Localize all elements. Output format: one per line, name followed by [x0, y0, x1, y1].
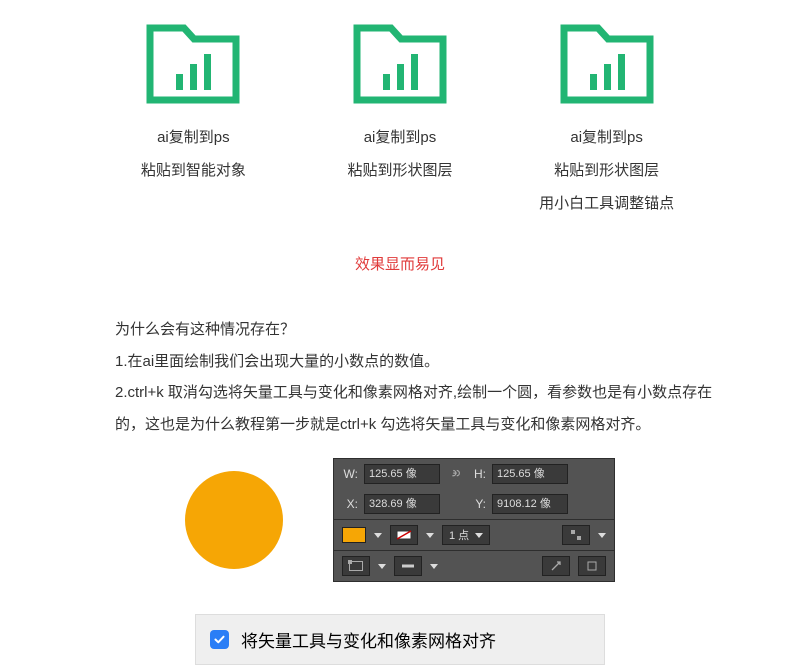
example-label: ai复制到ps [364, 126, 437, 147]
body-point-2: 2.ctrl+k 取消勾选将矢量工具与变化和像素网格对齐,绘制一个圆，看参数也是… [115, 377, 720, 440]
align-button[interactable] [562, 525, 590, 545]
fill-swatch[interactable] [342, 527, 366, 543]
body-point-1: 1.在ai里面绘制我们会出现大量的小数点的数值。 [115, 346, 720, 378]
checkbox-label: 将矢量工具与变化和像素网格对齐 [241, 627, 496, 652]
examples-row: ai复制到ps 粘贴到智能对象 ai复制到ps 粘贴到形状图层 ai复制到ps … [0, 0, 800, 225]
checkbox-checked-icon[interactable] [210, 630, 229, 649]
chevron-down-icon[interactable] [598, 533, 606, 538]
chevron-down-icon[interactable] [426, 533, 434, 538]
folder-chart-icon [560, 24, 654, 104]
chevron-down-icon[interactable] [430, 564, 438, 569]
example-label: 粘贴到形状图层 [554, 159, 659, 180]
corner-type-button[interactable] [342, 556, 370, 576]
folder-chart-icon [146, 24, 240, 104]
x-label: X: [342, 497, 358, 511]
x-value[interactable]: 328.69 像 [364, 494, 440, 514]
y-label: Y: [470, 497, 486, 511]
example-label: 粘贴到形状图层 [347, 159, 452, 180]
example-col-3: ai复制到ps 粘贴到形状图层 用小白工具调整锚点 [507, 24, 707, 225]
panel-icon-1[interactable] [542, 556, 570, 576]
no-stroke-button[interactable] [390, 525, 418, 545]
example-label: 用小白工具调整锚点 [539, 192, 674, 213]
panel-illustration-row: W: 125.65 像 H: 125.65 像 X: 328.69 像 Y: 9… [0, 458, 800, 582]
h-value[interactable]: 125.65 像 [492, 464, 568, 484]
example-col-1: ai复制到ps 粘贴到智能对象 [93, 24, 293, 225]
example-label: ai复制到ps [570, 126, 643, 147]
w-label: W: [342, 467, 358, 481]
ai-transform-panel: W: 125.65 像 H: 125.65 像 X: 328.69 像 Y: 9… [333, 458, 615, 582]
y-value[interactable]: 9108.12 像 [492, 494, 568, 514]
folder-chart-icon [353, 24, 447, 104]
example-label: 粘贴到智能对象 [141, 159, 246, 180]
link-icon[interactable] [446, 464, 464, 484]
w-value[interactable]: 125.65 像 [364, 464, 440, 484]
example-col-2: ai复制到ps 粘贴到形状图层 [300, 24, 500, 225]
align-checkbox-setting[interactable]: 将矢量工具与变化和像素网格对齐 [195, 614, 605, 665]
example-label: ai复制到ps [157, 126, 230, 147]
profile-button[interactable] [394, 556, 422, 576]
panel-icon-2[interactable] [578, 556, 606, 576]
body-question: 为什么会有这种情况存在？ [115, 314, 720, 346]
effect-note: 效果显而易见 [0, 253, 800, 274]
h-label: H: [470, 467, 486, 481]
orange-circle-sample [185, 471, 283, 569]
chevron-down-icon[interactable] [374, 533, 382, 538]
chevron-down-icon [475, 533, 483, 538]
stroke-size-select[interactable]: 1 点 [442, 525, 490, 545]
explanation-body: 为什么会有这种情况存在？ 1.在ai里面绘制我们会出现大量的小数点的数值。 2.… [0, 314, 800, 440]
chevron-down-icon[interactable] [378, 564, 386, 569]
